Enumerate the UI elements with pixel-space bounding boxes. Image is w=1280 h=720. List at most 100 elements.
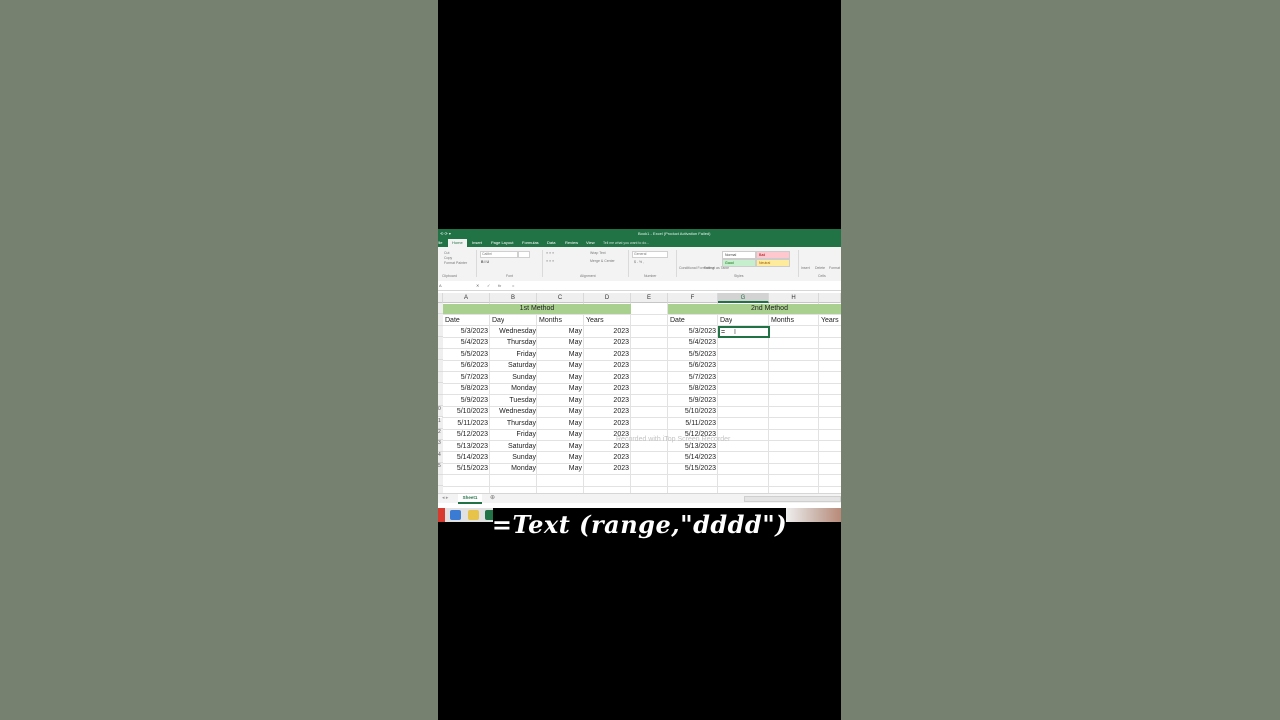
align-top-icon[interactable]: ≡ ≡ ≡ <box>546 251 554 255</box>
s1-cell-date[interactable]: 5/13/2023 <box>443 441 488 452</box>
fx-icon[interactable]: fx <box>498 283 501 288</box>
col-header-a[interactable]: A <box>443 293 490 303</box>
delete-cells-button[interactable]: Delete <box>815 266 825 270</box>
tab-formulas[interactable]: Formulas <box>518 239 543 247</box>
s1-cell-day[interactable]: Wednesday <box>490 406 536 417</box>
s1-header-date[interactable]: Date <box>445 315 460 326</box>
s1-header-years[interactable]: Years <box>586 315 604 326</box>
s1-cell-day[interactable]: Sunday <box>490 452 536 463</box>
s1-cell-year[interactable]: 2023 <box>584 383 629 394</box>
tab-view[interactable]: View <box>582 239 599 247</box>
tab-insert[interactable]: Insert <box>468 239 486 247</box>
tab-review[interactable]: Review <box>561 239 582 247</box>
s1-cell-year[interactable]: 2023 <box>584 452 629 463</box>
s2-cell-date[interactable]: 5/11/2023 <box>668 418 716 429</box>
s1-cell-day[interactable]: Thursday <box>490 337 536 348</box>
s1-cell-date[interactable]: 5/5/2023 <box>443 349 488 360</box>
sheet-tab-sheet1[interactable]: Sheet1 <box>458 494 482 504</box>
name-box[interactable]: A <box>439 283 442 288</box>
sheet-nav-icon[interactable]: ◂ ▸ <box>442 494 448 502</box>
tab-file[interactable]: File <box>438 239 446 247</box>
format-painter-button[interactable]: Format Painter <box>444 261 467 265</box>
s1-cell-month[interactable]: May <box>537 406 582 417</box>
s2-cell-date[interactable]: 5/6/2023 <box>668 360 716 371</box>
s2-cell-date[interactable]: 5/4/2023 <box>668 337 716 348</box>
s1-cell-day[interactable]: Saturday <box>490 360 536 371</box>
s2-header-day[interactable]: Day <box>720 315 732 326</box>
s2-header-date[interactable]: Date <box>670 315 685 326</box>
s1-cell-year[interactable]: 2023 <box>584 395 629 406</box>
s1-cell-day[interactable]: Monday <box>490 463 536 474</box>
s1-cell-date[interactable]: 5/15/2023 <box>443 463 488 474</box>
s1-cell-year[interactable]: 2023 <box>584 418 629 429</box>
s1-cell-day[interactable]: Friday <box>490 429 536 440</box>
font-name-box[interactable]: Calibri <box>480 251 518 258</box>
s1-cell-date[interactable]: 5/10/2023 <box>443 406 488 417</box>
tell-me-box[interactable]: Tell me what you want to do... <box>603 239 649 247</box>
s1-cell-day[interactable]: Monday <box>490 383 536 394</box>
tab-home[interactable]: Home <box>448 239 467 247</box>
s2-cell-date[interactable]: 5/5/2023 <box>668 349 716 360</box>
s1-cell-year[interactable]: 2023 <box>584 326 629 337</box>
s1-cell-date[interactable]: 5/3/2023 <box>443 326 488 337</box>
cancel-icon[interactable]: ✕ <box>476 283 479 288</box>
s1-cell-month[interactable]: May <box>537 441 582 452</box>
s1-cell-month[interactable]: May <box>537 463 582 474</box>
currency-icon[interactable]: $ - % , <box>634 260 644 264</box>
s1-cell-month[interactable]: May <box>537 452 582 463</box>
copy-button[interactable]: Copy <box>444 256 452 260</box>
s2-cell-date[interactable]: 5/15/2023 <box>668 463 716 474</box>
active-cell[interactable]: = I <box>718 326 770 338</box>
insert-cells-button[interactable]: Insert <box>801 266 810 270</box>
s1-cell-date[interactable]: 5/8/2023 <box>443 383 488 394</box>
col-header-c[interactable]: C <box>537 293 584 303</box>
col-header-g[interactable]: G <box>718 293 769 303</box>
s2-cell-date[interactable]: 5/14/2023 <box>668 452 716 463</box>
enter-icon[interactable]: ✓ <box>487 283 490 288</box>
style-bad[interactable]: Bad <box>756 251 790 259</box>
wrap-text-button[interactable]: Wrap Text <box>590 251 606 255</box>
s1-cell-date[interactable]: 5/4/2023 <box>443 337 488 348</box>
formula-input[interactable]: = <box>512 283 514 288</box>
worksheet-grid[interactable]: A B C D E F G H 012345 1st Method 2nd Me… <box>438 293 841 499</box>
horizontal-scrollbar[interactable] <box>744 496 841 502</box>
s1-cell-month[interactable]: May <box>537 372 582 383</box>
tab-data[interactable]: Data <box>543 239 559 247</box>
add-sheet-icon[interactable]: ⊕ <box>490 494 495 502</box>
s2-cell-date[interactable]: 5/7/2023 <box>668 372 716 383</box>
s2-cell-date[interactable]: 5/8/2023 <box>668 383 716 394</box>
style-neutral[interactable]: Neutral <box>756 259 790 267</box>
s1-cell-day[interactable]: Thursday <box>490 418 536 429</box>
s1-cell-month[interactable]: May <box>537 395 582 406</box>
merge-center-button[interactable]: Merge & Center <box>590 259 615 263</box>
s1-header-months[interactable]: Months <box>539 315 562 326</box>
col-header-d[interactable]: D <box>584 293 631 303</box>
col-header-e[interactable]: E <box>631 293 668 303</box>
s1-cell-year[interactable]: 2023 <box>584 337 629 348</box>
s1-cell-date[interactable]: 5/11/2023 <box>443 418 488 429</box>
s2-cell-date[interactable]: 5/9/2023 <box>668 395 716 406</box>
s1-cell-date[interactable]: 5/12/2023 <box>443 429 488 440</box>
col-header-h[interactable]: H <box>769 293 819 303</box>
style-good[interactable]: Good <box>722 259 756 267</box>
s1-cell-month[interactable]: May <box>537 383 582 394</box>
quick-access-icon[interactable]: ⟲ ⟳ ▾ <box>440 231 451 236</box>
align-left-icon[interactable]: ≡ ≡ ≡ <box>546 259 554 263</box>
s1-cell-date[interactable]: 5/9/2023 <box>443 395 488 406</box>
s2-header-years[interactable]: Years <box>821 315 839 326</box>
s1-cell-year[interactable]: 2023 <box>584 463 629 474</box>
s1-header-day[interactable]: Day <box>492 315 504 326</box>
s1-cell-day[interactable]: Wednesday <box>490 326 536 337</box>
number-format-box[interactable]: General <box>632 251 668 258</box>
s1-cell-month[interactable]: May <box>537 418 582 429</box>
s1-cell-month[interactable]: May <box>537 349 582 360</box>
s1-cell-date[interactable]: 5/14/2023 <box>443 452 488 463</box>
bold-icon[interactable]: B I U <box>481 260 489 264</box>
s1-cell-month[interactable]: May <box>537 326 582 337</box>
row-header[interactable] <box>438 314 443 326</box>
col-header-f[interactable]: F <box>668 293 718 303</box>
tab-page-layout[interactable]: Page Layout <box>487 239 517 247</box>
row-header[interactable] <box>438 474 443 487</box>
col-header-i[interactable] <box>819 293 841 303</box>
s2-cell-date[interactable]: 5/3/2023 <box>668 326 716 337</box>
